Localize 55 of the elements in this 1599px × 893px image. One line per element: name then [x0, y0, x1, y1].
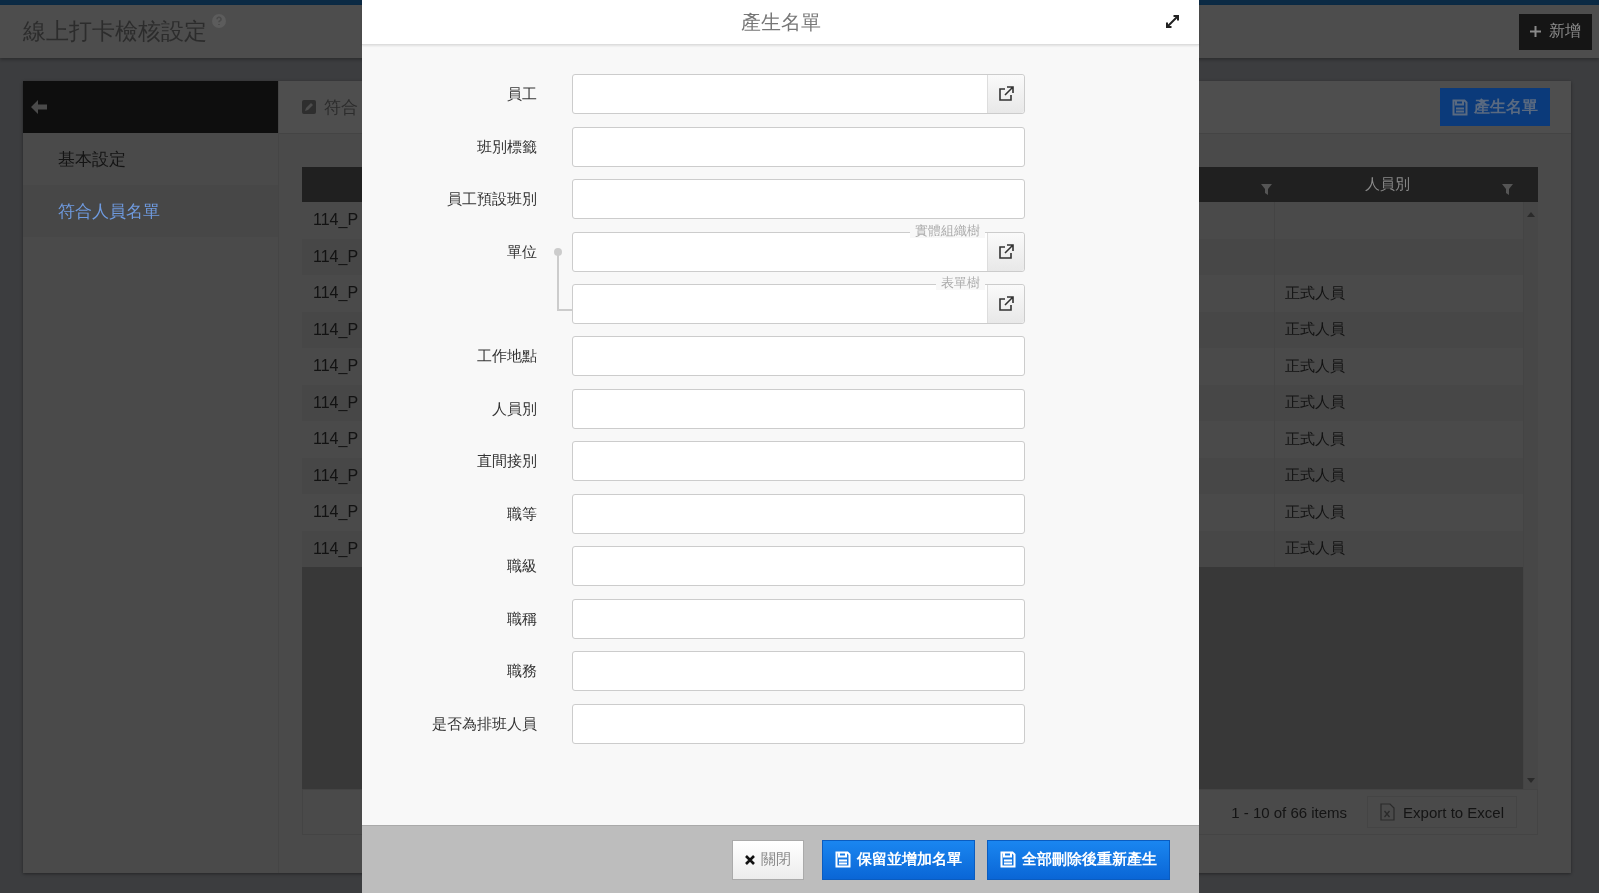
field-legend: 實體組織樹: [910, 223, 985, 238]
table-cell: 114_P: [313, 503, 359, 521]
input-field[interactable]: [572, 546, 1025, 586]
field-label: 職級: [506, 556, 537, 576]
generate-list-button[interactable]: 產生名單: [1440, 88, 1550, 126]
input-field[interactable]: [572, 336, 1025, 376]
add-button[interactable]: 新增: [1519, 13, 1592, 50]
column-header[interactable]: 人員別: [1272, 175, 1502, 194]
input-field[interactable]: [572, 493, 1025, 534]
field-label: 人員別: [491, 398, 537, 419]
open-lookup-button[interactable]: [987, 284, 1024, 323]
input-field[interactable]: [572, 179, 1025, 219]
open-lookup-button[interactable]: [987, 232, 1024, 271]
field-label: 直間接別: [476, 451, 537, 471]
table-cell: 114_P: [313, 284, 359, 302]
field-label: 員工預設班別: [446, 189, 537, 209]
input-field[interactable]: [572, 74, 1025, 114]
external-link-icon: [998, 243, 1014, 260]
input-field[interactable]: [572, 388, 1025, 429]
close-icon: [745, 854, 755, 865]
save-button[interactable]: 全部刪除後重新產生: [987, 839, 1170, 880]
edit-icon: [302, 100, 316, 114]
scrollbar[interactable]: [1523, 202, 1538, 789]
spreadsheet-file-icon: [1380, 803, 1396, 821]
field-label: 是否為排班人員: [431, 713, 537, 734]
field-label: 職務: [506, 661, 537, 681]
back-arrow-icon[interactable]: [31, 100, 47, 114]
table-cell: 114_P: [313, 430, 359, 448]
scroll-down-icon[interactable]: [1527, 778, 1535, 783]
field-label: 工作地點: [476, 346, 537, 366]
input-field[interactable]: [572, 651, 1025, 691]
table-cell: 114_P: [313, 357, 359, 375]
scroll-up-icon[interactable]: [1527, 212, 1535, 217]
plus-icon: [1530, 26, 1541, 37]
dialog-title: 產生名單: [740, 9, 821, 35]
input-field[interactable]: [572, 703, 1025, 744]
field-label: 職稱: [506, 608, 537, 629]
table-cell: 114_P: [313, 211, 359, 229]
external-link-icon: [998, 86, 1014, 102]
save-button[interactable]: 保留並增加名單: [822, 839, 975, 880]
input-field[interactable]: [572, 441, 1025, 481]
input-field[interactable]: [572, 126, 1025, 167]
open-lookup-button[interactable]: [987, 75, 1024, 113]
tree-connector: [554, 247, 572, 314]
close-button[interactable]: 關閉: [732, 839, 804, 880]
field-label: 職等: [506, 503, 537, 524]
external-link-icon: [998, 295, 1014, 312]
field-legend: 表單樹: [936, 275, 985, 290]
filter-icon[interactable]: [1261, 184, 1272, 195]
field-label: 員工: [506, 84, 537, 104]
expand-icon[interactable]: [1166, 15, 1179, 28]
filter-icon[interactable]: [1502, 184, 1513, 195]
field-label: 班別標籤: [476, 136, 537, 157]
field-label: 單位: [506, 241, 537, 262]
input-field[interactable]: [572, 598, 1025, 639]
